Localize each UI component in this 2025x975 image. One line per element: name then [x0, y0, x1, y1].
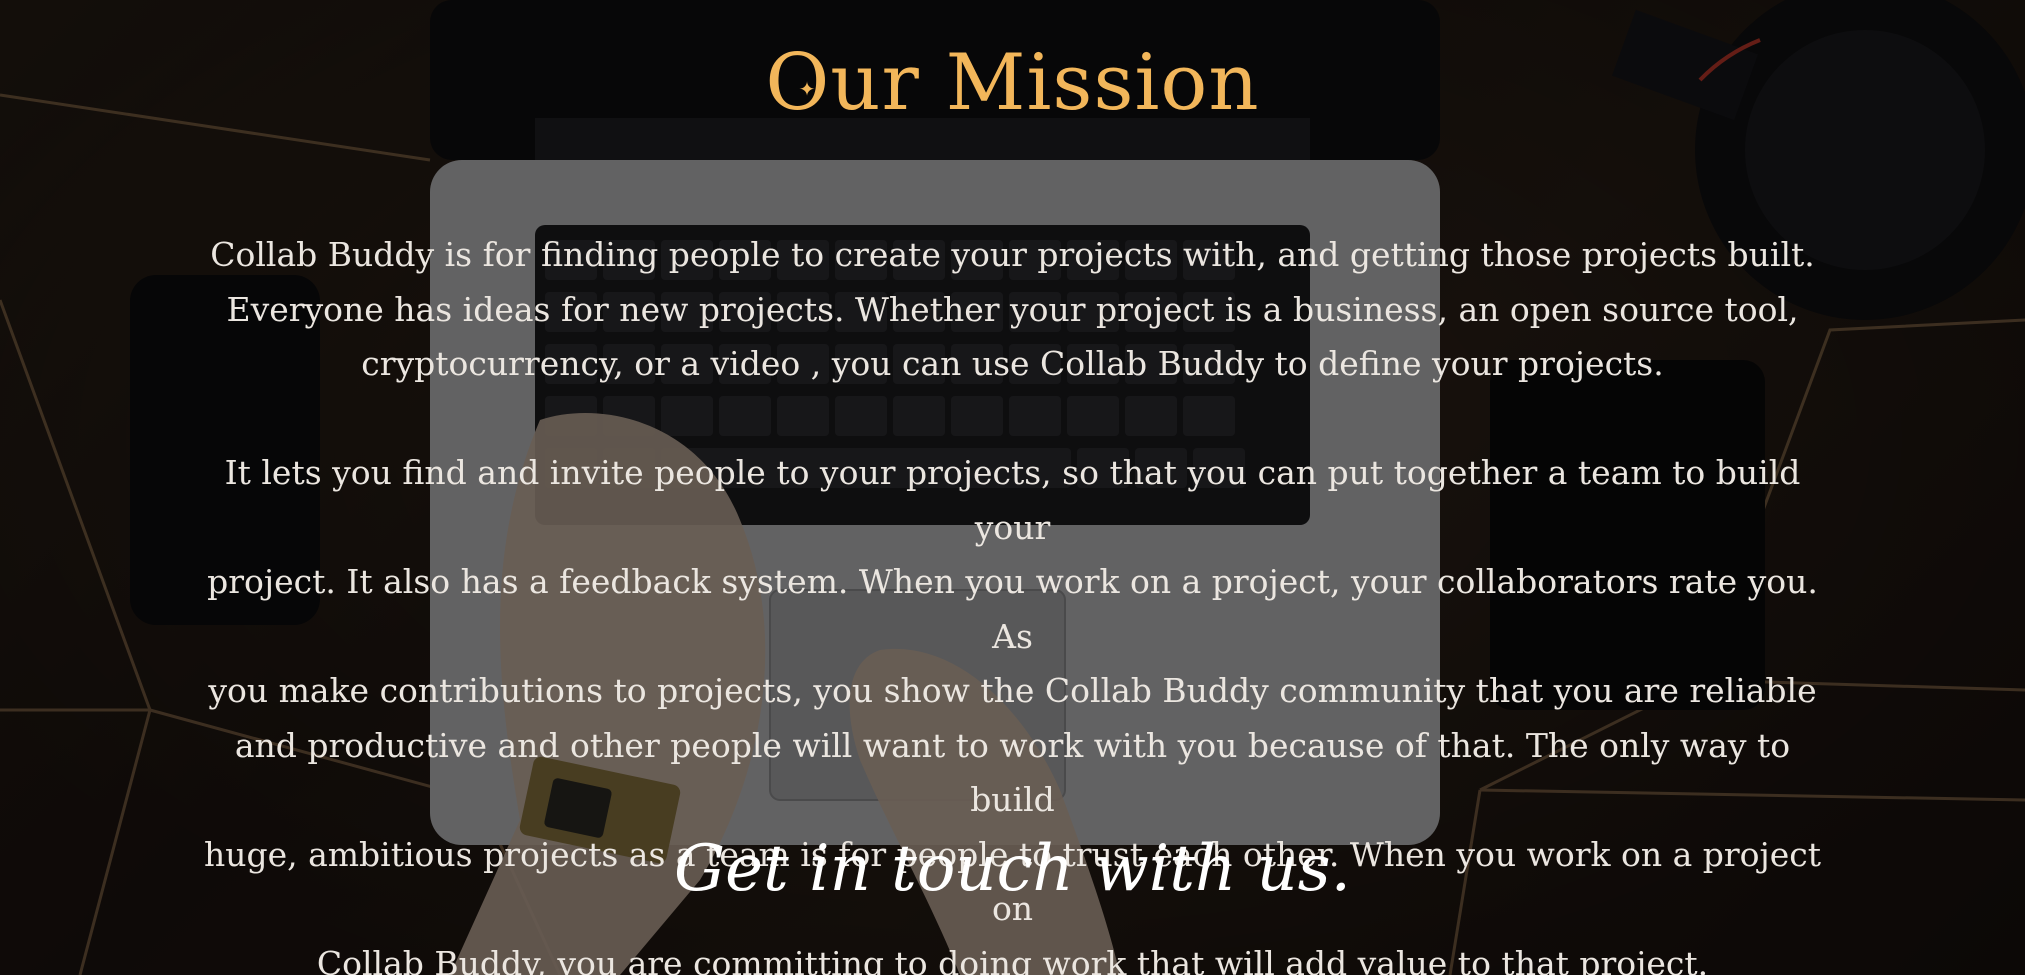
contact-link[interactable]: Get in touch with us.: [0, 832, 2025, 906]
mission-paragraph: Collab Buddy is for finding people to cr…: [210, 235, 1815, 383]
page-title: Our Mission: [765, 38, 1260, 128]
sparkle-icon: ✦: [798, 77, 816, 101]
mission-section: Our Mission ✦ Collab Buddy is for findin…: [0, 0, 2025, 975]
